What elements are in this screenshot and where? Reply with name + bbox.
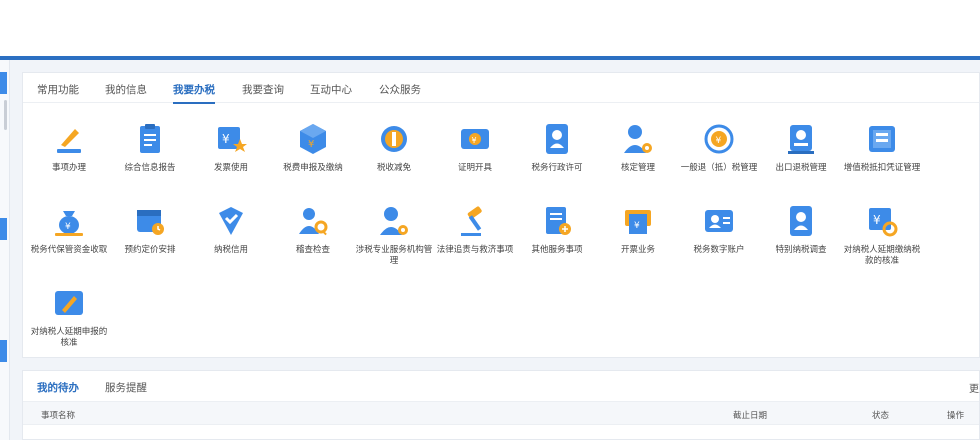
service-item[interactable]: 稽查检查 [267,203,359,256]
service-item[interactable]: 税收减免 [348,121,440,174]
left-sidebar-edge [0,60,10,440]
invoicing-icon: ¥ [625,210,651,234]
service-item[interactable]: 事项办理 [23,121,115,174]
pen-icon [57,129,81,153]
service-item[interactable]: 对纳税人延期申报的核准 [23,285,115,349]
service-item[interactable]: 涉税专业服务机构管理 [348,203,440,267]
deferred-payment-icon: ¥ [869,208,898,237]
service-item[interactable]: ¥ 证明开具 [429,121,521,174]
tab-my-todo[interactable]: 我的待办 [37,380,79,395]
tab-public-service[interactable]: 公众服务 [379,82,421,97]
main-tabs: 常用功能 我的信息 我要办税 我要查询 互动中心 公众服务 [23,73,979,104]
tab-my-info[interactable]: 我的信息 [105,82,147,97]
refund-yen-icon: ¥ [704,124,734,154]
service-item[interactable]: 综合信息报告 [104,121,196,174]
svg-text:¥: ¥ [472,136,477,145]
tab-common[interactable]: 常用功能 [37,82,79,97]
more-link[interactable]: 更多 [969,380,980,395]
tab-query[interactable]: 我要查询 [242,82,284,97]
column-header: 操作 [947,411,965,421]
service-item[interactable]: ¥ 开票业务 [592,203,684,256]
header-area [0,0,980,56]
service-item[interactable]: 出口退税管理 [755,121,847,174]
tax-declaration-icon: ¥ [300,124,326,154]
credit-badge-icon [219,207,243,235]
todo-panel: 我的待办 服务提醒 更多 事项名称 截止日期 状态 操作 [22,370,980,440]
service-item[interactable]: ¥ 对纳税人延期缴纳税款的核准 [836,203,928,267]
certificate-icon: ¥ [461,129,489,149]
sidebar-active-marker [0,72,7,94]
column-header: 事项名称 [41,411,76,421]
tax-relief-icon [381,126,407,152]
special-investigation-icon [790,206,812,236]
service-item[interactable]: ¥ 税务代保管资金收取 [23,203,115,256]
service-item[interactable]: 其他服务事项 [511,203,603,256]
other-service-icon [546,207,571,235]
service-item[interactable]: 法律追责与救济事项 [429,203,521,256]
service-panel: 常用功能 我的信息 我要办税 我要查询 互动中心 公众服务 事项办理 综合信息报… [22,72,980,358]
vat-voucher-icon [869,126,895,152]
tab-service-reminder[interactable]: 服务提醒 [105,380,147,395]
calendar-clock-icon [137,210,164,235]
column-header: 截止日期 [733,411,768,421]
export-refund-icon [788,125,814,154]
tab-tax-handling[interactable]: 我要办税 [173,82,215,104]
service-item[interactable]: 纳税信用 [185,203,277,256]
clipboard-icon [140,124,160,153]
money-bag-icon: ¥ [55,211,83,236]
service-item[interactable]: ¥ 一般退（抵）税管理 [673,121,765,174]
service-item[interactable]: 特别纳税调查 [755,203,847,256]
svg-text:¥: ¥ [634,221,640,231]
svg-text:¥: ¥ [873,213,881,227]
agency-gear-icon [380,207,408,235]
top-accent-bar [0,56,980,60]
inspection-icon [299,208,328,236]
sidebar-active-marker [0,340,7,362]
service-item[interactable]: ¥ 税费申报及缴纳 [267,121,359,174]
person-gear-icon [624,125,652,153]
service-item[interactable]: 预约定价安排 [104,203,196,256]
service-item[interactable]: 税务行政许可 [511,121,603,174]
digital-account-icon [705,210,733,232]
service-item[interactable]: 税务数字账户 [673,203,765,256]
sidebar-scrollbar[interactable] [4,100,7,130]
deferred-filing-icon [55,291,83,315]
service-item[interactable]: 增值税抵扣凭证管理 [836,121,928,174]
svg-text:¥: ¥ [65,222,71,232]
sidebar-active-marker [0,218,7,240]
tab-interaction[interactable]: 互动中心 [310,82,352,97]
gavel-icon [461,206,482,236]
service-item[interactable]: 核定管理 [592,121,684,174]
svg-text:¥: ¥ [716,136,722,146]
todo-table-header: 事项名称 截止日期 状态 操作 [23,401,979,425]
svg-text:¥: ¥ [308,139,314,150]
service-item[interactable]: ¥ 发票使用 [185,121,277,174]
invoice-star-icon: ¥ [218,127,247,152]
svg-text:¥: ¥ [222,132,230,146]
admin-license-icon [546,124,568,154]
column-header: 状态 [872,411,890,421]
